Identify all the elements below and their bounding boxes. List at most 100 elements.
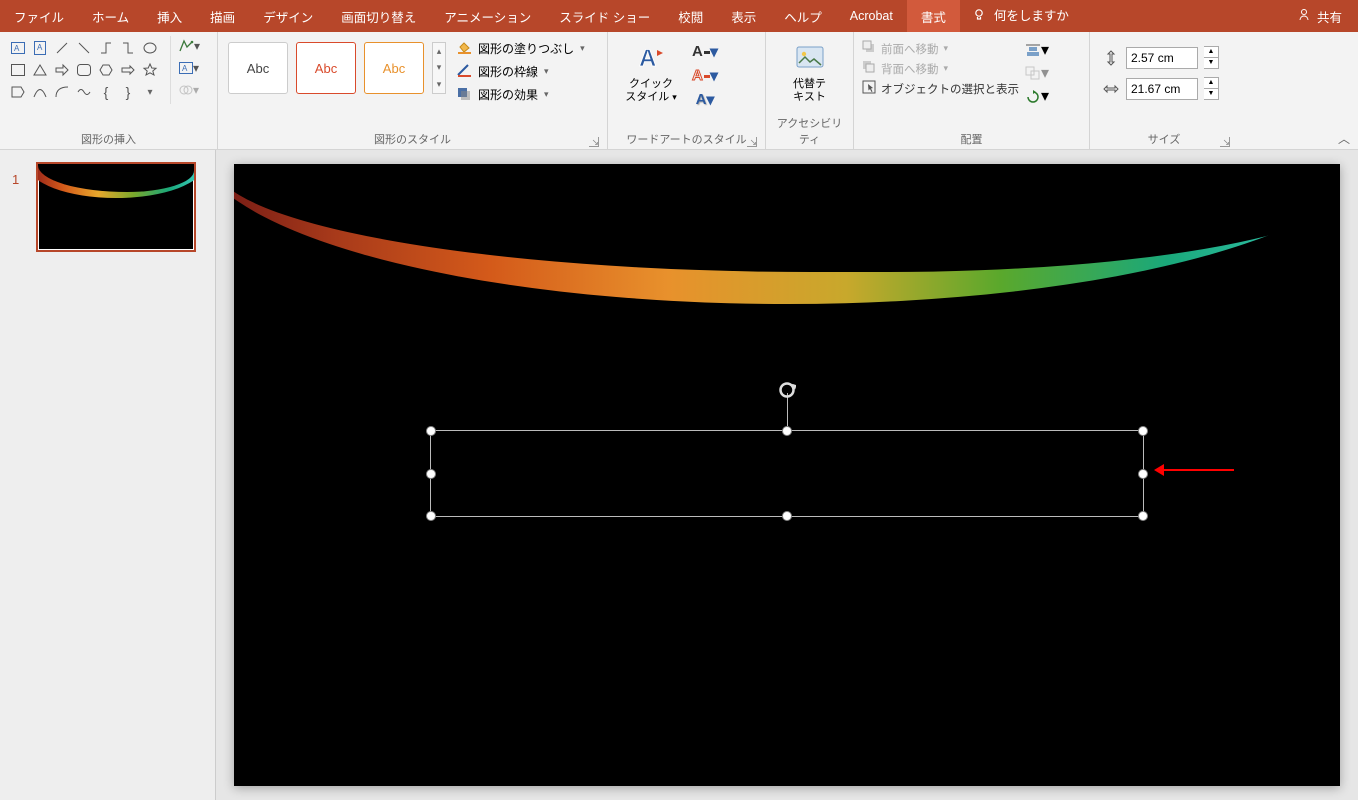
resize-handle-ml[interactable] — [426, 469, 436, 479]
group-button[interactable]: ▾ — [1025, 63, 1049, 83]
selected-textbox[interactable] — [430, 430, 1144, 517]
width-input[interactable] — [1126, 78, 1198, 100]
tab-acrobat[interactable]: Acrobat — [836, 0, 907, 32]
shape-outline-button[interactable]: 図形の枠線 ▾ — [456, 63, 585, 80]
styles-dialog-launcher[interactable] — [589, 137, 599, 147]
shape-fill-button[interactable]: 図形の塗りつぶし ▾ — [456, 40, 585, 57]
resize-handle-tm[interactable] — [782, 426, 792, 436]
tab-slideshow[interactable]: スライド ショー — [545, 0, 664, 32]
rotate-handle-icon[interactable] — [778, 381, 796, 399]
width-icon — [1102, 80, 1120, 98]
group-insert-shapes: A A — [0, 32, 218, 149]
alt-text-icon — [794, 42, 826, 74]
bring-forward-button[interactable]: 前面へ移動 ▾ — [862, 40, 1019, 57]
text-effects-button[interactable]: A ▾ — [692, 90, 718, 110]
shape-star-icon[interactable] — [140, 60, 160, 80]
width-control: ▲▼ — [1102, 77, 1219, 100]
resize-handle-mr[interactable] — [1138, 469, 1148, 479]
tell-me-input[interactable] — [994, 9, 1155, 23]
shape-line-icon[interactable] — [52, 38, 72, 58]
shape-connector-icon[interactable] — [96, 38, 116, 58]
tab-format[interactable]: 書式 — [907, 0, 960, 32]
group-arrange: 前面へ移動 ▾ 背面へ移動 ▾ オブジェクトの選択と表示 ▾ ▾ ▾ 配置 — [854, 32, 1090, 149]
shape-triangle-icon[interactable] — [30, 60, 50, 80]
pen-outline-icon — [456, 63, 472, 80]
resize-handle-tl[interactable] — [426, 426, 436, 436]
share-label: 共有 — [1317, 7, 1342, 26]
style-presets-more[interactable]: ▴▾▾ — [432, 42, 446, 94]
tab-view[interactable]: 表示 — [717, 0, 770, 32]
size-dialog-launcher[interactable] — [1220, 137, 1230, 147]
slide-thumbnail-1[interactable] — [36, 162, 196, 252]
tab-animations[interactable]: アニメーション — [430, 0, 545, 32]
send-backward-button[interactable]: 背面へ移動 ▾ — [862, 60, 1019, 77]
shape-arrow-r2-icon[interactable] — [118, 60, 138, 80]
style-preset-2[interactable]: Abc — [296, 42, 356, 94]
group-label-wordart: ワードアートのスタイル — [614, 130, 759, 149]
group-label-shapes: 図形の挿入 — [6, 130, 211, 149]
quick-styles-button[interactable]: A クイックスタイル ▾ — [614, 36, 688, 110]
group-shape-styles: Abc Abc Abc ▴▾▾ 図形の塗りつぶし ▾ 図形の枠線 ▾ 図形の効果… — [218, 32, 608, 149]
resize-handle-bm[interactable] — [782, 511, 792, 521]
shape-line2-icon[interactable] — [74, 38, 94, 58]
shape-brace-r-icon[interactable]: } — [118, 82, 138, 102]
group-label-styles: 図形のスタイル — [224, 130, 601, 149]
merge-shapes-button[interactable]: ▾ — [175, 80, 203, 100]
align-button[interactable]: ▾ — [1025, 40, 1049, 60]
resize-handle-br[interactable] — [1138, 511, 1148, 521]
shape-textbox-icon[interactable]: A — [8, 38, 28, 58]
tab-review[interactable]: 校閲 — [664, 0, 717, 32]
shape-pentagon-icon[interactable] — [8, 82, 28, 102]
style-presets: Abc Abc Abc ▴▾▾ — [224, 36, 450, 100]
shape-gallery[interactable]: A A — [6, 36, 206, 104]
edit-shape-button[interactable]: ▾ — [175, 36, 203, 56]
shape-rect-icon[interactable] — [8, 60, 28, 80]
svg-text:A: A — [37, 43, 43, 52]
effects-icon — [456, 86, 472, 103]
tab-draw[interactable]: 描画 — [196, 0, 249, 32]
shape-arc-icon[interactable] — [52, 82, 72, 102]
width-spinner[interactable]: ▲▼ — [1204, 77, 1219, 100]
style-preset-1[interactable]: Abc — [228, 42, 288, 94]
tab-transitions[interactable]: 画面切り替え — [327, 0, 430, 32]
tell-me-search[interactable] — [960, 8, 1281, 25]
resize-handle-bl[interactable] — [426, 511, 436, 521]
shape-arrow-r-icon[interactable] — [52, 60, 72, 80]
bring-forward-icon — [862, 40, 876, 57]
group-label-accessibility: アクセシビリティ — [772, 114, 847, 149]
tab-file[interactable]: ファイル — [0, 0, 78, 32]
height-spinner[interactable]: ▲▼ — [1204, 46, 1219, 69]
shape-effects-button[interactable]: 図形の効果 ▾ — [456, 86, 585, 103]
selection-pane-button[interactable]: オブジェクトの選択と表示 — [862, 80, 1019, 97]
slide-stage — [216, 150, 1358, 800]
tab-insert[interactable]: 挿入 — [143, 0, 196, 32]
style-preset-3[interactable]: Abc — [364, 42, 424, 94]
shape-curve-icon[interactable] — [30, 82, 50, 102]
share-button[interactable]: 共有 — [1281, 0, 1358, 32]
rotate-button[interactable]: ▾ — [1025, 86, 1049, 106]
tab-help[interactable]: ヘルプ — [770, 0, 836, 32]
tab-home[interactable]: ホーム — [78, 0, 143, 32]
shape-ellipse-icon[interactable] — [140, 38, 160, 58]
height-control: ▲▼ — [1102, 46, 1219, 69]
shape-wave-icon[interactable] — [74, 82, 94, 102]
group-size: ▲▼ ▲▼ サイズ — [1090, 32, 1238, 149]
alt-text-button[interactable]: 代替テキスト — [778, 36, 842, 110]
shape-brace-l-icon[interactable]: { — [96, 82, 116, 102]
collapse-ribbon-button[interactable]: ︿ — [1338, 130, 1350, 147]
textbox-button[interactable]: A▾ — [175, 58, 203, 78]
slide-canvas[interactable] — [234, 164, 1340, 786]
text-fill-button[interactable]: A▾ — [692, 42, 718, 62]
shapes-more-icon[interactable]: ▾ — [140, 82, 160, 102]
shape-connector2-icon[interactable] — [118, 38, 138, 58]
wordart-dialog-launcher[interactable] — [747, 137, 757, 147]
tab-design[interactable]: デザイン — [249, 0, 327, 32]
shape-hexagon-icon[interactable] — [96, 60, 116, 80]
bucket-icon — [456, 40, 472, 57]
shape-textbox-v-icon[interactable]: A — [30, 38, 50, 58]
ribbon: A A — [0, 32, 1358, 150]
resize-handle-tr[interactable] — [1138, 426, 1148, 436]
text-outline-button[interactable]: A▾ — [692, 66, 718, 86]
shape-roundrect-icon[interactable] — [74, 60, 94, 80]
height-input[interactable] — [1126, 47, 1198, 69]
